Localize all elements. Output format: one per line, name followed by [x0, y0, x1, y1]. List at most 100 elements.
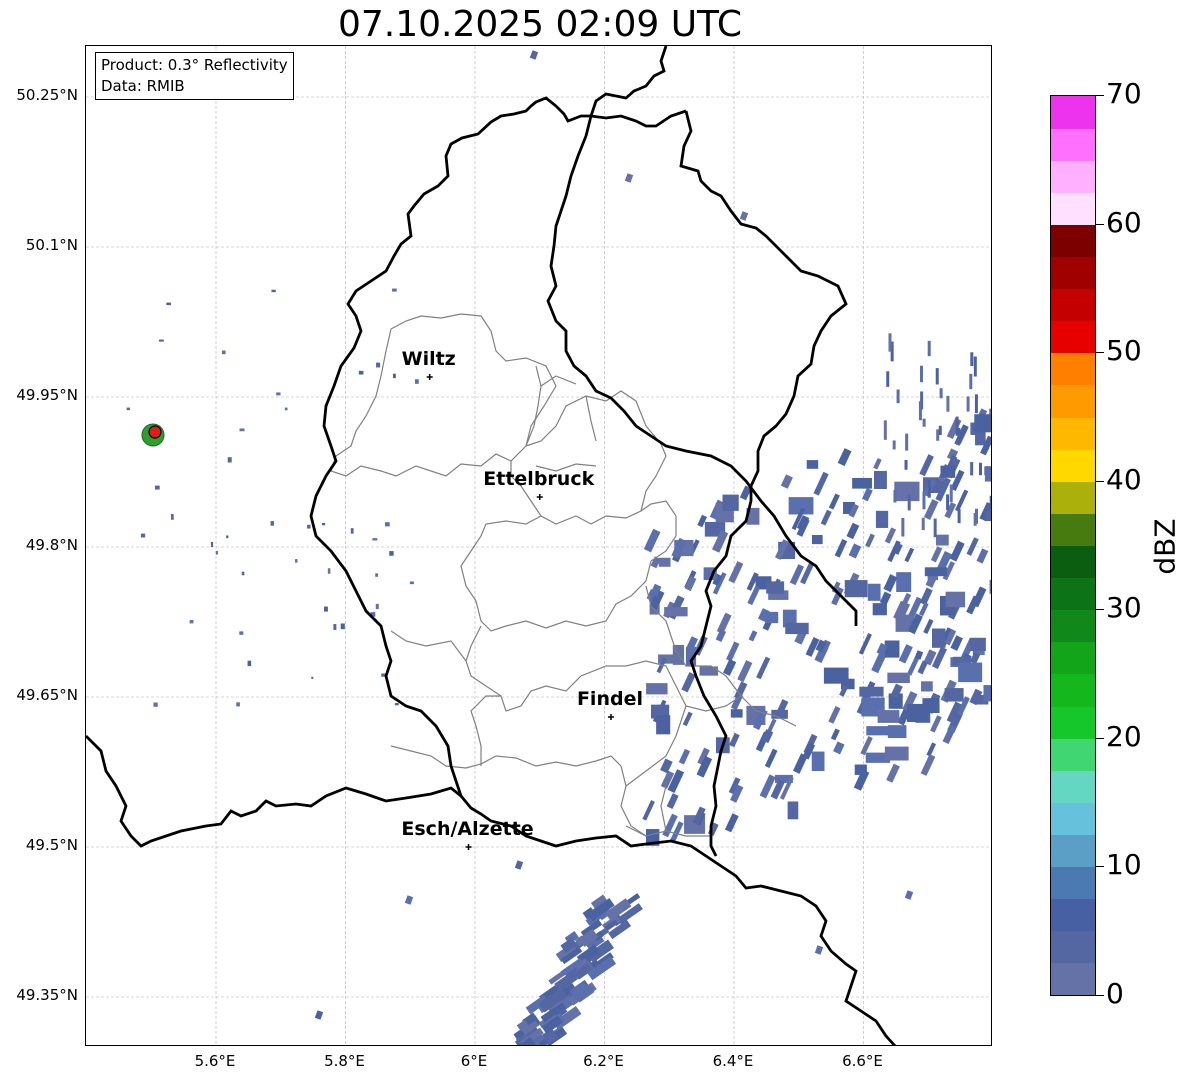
radar-echo	[955, 489, 969, 512]
radar-echo	[919, 365, 923, 383]
radar-echo	[314, 1010, 324, 1020]
radar-echo	[154, 485, 160, 490]
radar-echo	[848, 543, 862, 559]
radar-echo	[311, 676, 314, 679]
radar-echo	[894, 481, 920, 502]
lon-tick-label: 5.8°E	[324, 1052, 365, 1070]
colorbar-segment	[1051, 320, 1095, 354]
radar-echo	[927, 340, 931, 357]
colorbar-segment	[1051, 898, 1095, 932]
radar-echo	[340, 623, 345, 630]
city-label: Wiltz	[401, 348, 456, 370]
radar-echo	[682, 711, 693, 727]
radar-echo	[984, 466, 991, 482]
lat-tick-label: 49.95°N	[16, 386, 78, 404]
radar-echo	[852, 477, 872, 489]
radar-echo	[813, 471, 829, 496]
colorbar-segment	[1051, 545, 1095, 579]
radar-echo	[969, 373, 973, 390]
radar-echo	[643, 528, 661, 553]
country-borders	[86, 46, 897, 1045]
radar-echo	[766, 581, 785, 594]
radar-echo	[358, 370, 364, 375]
radar-echo	[389, 551, 394, 556]
radar-echo	[764, 748, 778, 769]
country-border	[86, 735, 897, 1045]
city-marker	[607, 714, 614, 720]
radar-echo	[394, 703, 399, 706]
radar-echo	[806, 460, 819, 469]
colorbar-segment	[1051, 192, 1095, 225]
radar-echo	[333, 624, 337, 630]
radar-echo	[153, 702, 158, 707]
product-text: Product: 0.3° Reflectivity	[101, 56, 288, 74]
radar-echo	[384, 522, 390, 527]
radar-echo	[823, 667, 849, 684]
radar-echo	[949, 484, 953, 502]
colorbar-tick-label: 0	[1106, 977, 1124, 1010]
radar-echo	[660, 758, 673, 774]
radar-echo	[946, 494, 950, 511]
data-source-text: Data: RMIB	[101, 77, 185, 95]
colorbar-segment	[1051, 930, 1095, 964]
radar-echo	[227, 457, 232, 463]
radar-echo	[284, 407, 288, 411]
radar-echo	[989, 579, 991, 594]
radar-echo	[884, 640, 900, 658]
radar-echo	[830, 728, 840, 741]
radar-echo	[921, 681, 933, 692]
radar-echo	[166, 302, 172, 306]
radar-echoes	[126, 50, 991, 1045]
colorbar-tick-mark	[1096, 609, 1104, 611]
colorbar-tick-label: 50	[1106, 334, 1142, 368]
radar-echo	[867, 583, 881, 601]
radar-echo	[785, 622, 809, 635]
radar-echo	[974, 394, 978, 414]
radar-map[interactable]	[85, 45, 992, 1046]
lon-tick-label: 5.6°E	[194, 1052, 236, 1070]
radar-echo	[936, 429, 940, 441]
radar-echo	[728, 561, 744, 584]
radar-echo	[919, 454, 934, 477]
radar-echo	[239, 428, 245, 432]
lat-tick-label: 49.8°N	[25, 536, 78, 554]
city-marker	[536, 494, 543, 500]
lon-tick-label: 6°E	[460, 1052, 488, 1070]
radar-echo	[861, 487, 873, 502]
radar-echo	[976, 548, 989, 564]
colorbar-segment	[1051, 962, 1095, 996]
colorbar-segment	[1051, 224, 1095, 258]
radar-echo	[226, 535, 229, 539]
radar-echo	[873, 470, 887, 489]
radar-echo	[834, 538, 848, 558]
radar-echo	[887, 672, 910, 684]
radar-echo	[896, 572, 912, 592]
radar-echo	[896, 389, 900, 404]
radar-echo	[811, 535, 823, 545]
radar-echo	[866, 726, 892, 736]
colorbar-tick-label: 40	[1106, 462, 1142, 496]
radar-echo	[664, 607, 688, 617]
city-label: Findel	[576, 688, 643, 710]
radar-echo	[642, 800, 655, 821]
lat-tick-label: 50.1°N	[25, 236, 78, 254]
radar-echo	[210, 541, 214, 547]
radar-echo	[930, 715, 942, 733]
radar-echo	[955, 416, 959, 436]
city-marker	[465, 844, 472, 850]
map-title: 07.10.2025 02:09 UTC	[337, 4, 743, 45]
colorbar-segment	[1051, 866, 1095, 900]
radar-echo	[919, 587, 933, 606]
radar-echo	[958, 662, 983, 683]
radar-echo	[376, 362, 381, 368]
radar-echo	[828, 493, 840, 510]
radar-echo	[944, 688, 964, 702]
radar-site-dot	[148, 425, 162, 439]
radar-echo	[221, 350, 226, 355]
radar-echo	[271, 289, 276, 293]
city-marker	[426, 374, 433, 380]
colorbar-segment	[1051, 834, 1095, 868]
colorbar-segment	[1051, 449, 1095, 482]
radar-echo	[321, 522, 326, 526]
radar-echo	[927, 479, 931, 498]
